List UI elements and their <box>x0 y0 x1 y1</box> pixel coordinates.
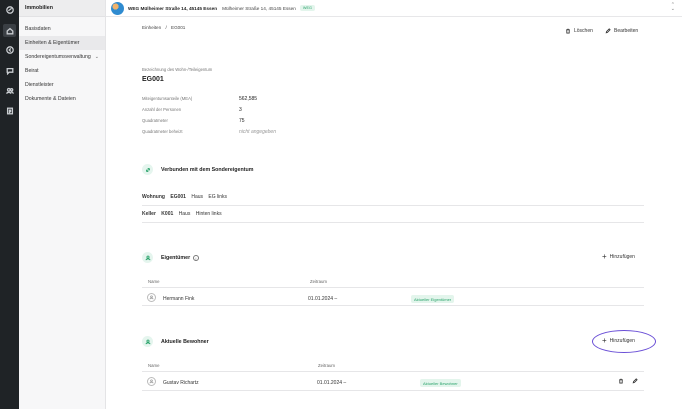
pencil-icon <box>632 378 638 384</box>
divider <box>142 287 644 288</box>
person-icon <box>147 377 156 386</box>
sidebar-header: Immobilien <box>19 0 105 17</box>
sidebar-item-label: Basisdaten <box>25 26 51 32</box>
main-content: Einheiten / EG001 Löschen Bearbeiten Bez… <box>106 17 682 409</box>
resident-edit-button[interactable] <box>632 378 638 384</box>
pencil-icon <box>605 28 611 34</box>
sidebar-item-dienstleister[interactable]: Dienstleister <box>19 78 105 92</box>
sidebar-item-label: Dokumente & Dateien <box>25 96 76 102</box>
delete-button[interactable]: Löschen <box>565 28 593 34</box>
resident-user-icon <box>142 336 153 347</box>
field-label-qm: Quadratmeter <box>142 118 168 123</box>
linked-location: Hinten links <box>195 211 222 217</box>
link-icon <box>142 164 153 175</box>
linked-building: Haus <box>191 194 204 200</box>
field-value-qm: 75 <box>239 118 245 124</box>
property-address: Mülheimer Straße 14, 45145 Essen <box>222 5 296 11</box>
owners-col-period: Zeitraum <box>310 279 327 284</box>
linked-row-wohnung[interactable]: Wohnung EG001 Haus EG links <box>142 194 227 200</box>
linked-type: Wohnung <box>142 194 165 200</box>
owners-add-button[interactable]: + Hinzufügen <box>602 252 635 261</box>
linked-type: Keller <box>142 211 156 217</box>
sidebar-item-basisdaten[interactable]: Basisdaten <box>19 22 105 36</box>
owner-name[interactable]: Hermann Fink <box>163 296 194 302</box>
field-label-qm-beheizt: Quadratmeter beheizt <box>142 129 183 134</box>
edit-button[interactable]: Bearbeiten <box>605 28 638 34</box>
divider <box>142 390 644 391</box>
sidebar-item-dokumente[interactable]: Dokumente & Dateien <box>19 92 105 106</box>
divider <box>142 205 644 206</box>
unit-caption: Bezeichnung des Wohn-/Teileigentum <box>142 67 213 72</box>
residents-section-title: Aktuelle Bewohner <box>161 339 209 345</box>
divider <box>142 222 644 223</box>
chevron-down-icon: ⌄ <box>94 54 99 60</box>
logo-icon[interactable] <box>3 3 16 16</box>
sidebar-item-label: Einheiten & Eigentümer <box>25 40 80 46</box>
field-value-qm-beheizt: nicht angegeben <box>239 129 276 135</box>
unit-name: EG001 <box>142 76 164 83</box>
field-label-personen: Anzahl der Personen <box>142 107 182 112</box>
divider <box>142 305 644 306</box>
sidebar-item-label: Sondereigentumsverwaltung <box>25 54 91 60</box>
sidebar: Immobilien Basisdaten Einheiten & Eigent… <box>19 0 106 409</box>
residents-col-name: Name <box>148 363 160 368</box>
document-icon[interactable] <box>3 104 16 117</box>
sidebar-item-label: Beirat <box>25 68 39 74</box>
sidebar-item-einheiten[interactable]: Einheiten & Eigentümer <box>19 36 105 50</box>
linked-id: K001 <box>161 211 174 217</box>
field-label-mea: Miteigentumsanteile (MEA) <box>142 96 193 101</box>
chevron-updown-icon[interactable]: ⌃ ⌄ <box>671 3 675 12</box>
resident-period: 01.01.2024 – <box>317 380 347 386</box>
weg-badge: WEG <box>299 5 315 11</box>
person-icon <box>147 293 156 302</box>
sidebar-item-sondereigentum[interactable]: Sondereigentumsverwaltung ⌄ <box>19 50 105 64</box>
owner-period: 01.01.2024 – <box>308 296 338 302</box>
sidebar-item-label: Dienstleister <box>25 82 54 88</box>
chat-icon[interactable] <box>3 64 16 77</box>
breadcrumb: Einheiten / EG001 <box>142 25 185 30</box>
icon-rail <box>0 0 19 409</box>
linked-section-title: Verbunden mit dem Sondereigentum <box>161 167 254 173</box>
breadcrumb-parent[interactable]: Einheiten <box>142 25 161 30</box>
edit-label: Bearbeiten <box>614 28 639 34</box>
field-value-mea: 562,585 <box>239 96 258 102</box>
owners-col-name: Name <box>148 279 160 284</box>
breadcrumb-current: EG001 <box>171 25 186 30</box>
property-avatar <box>111 1 124 15</box>
home-icon[interactable] <box>3 24 16 37</box>
residents-col-period: Zeitraum <box>318 363 335 368</box>
add-label: Hinzufügen <box>609 254 635 260</box>
highlight-ring <box>592 330 656 353</box>
breadcrumb-separator: / <box>165 25 167 30</box>
resident-status-badge: Aktueller Bewohner <box>420 379 461 387</box>
field-value-personen: 3 <box>239 107 242 113</box>
resident-delete-button[interactable] <box>618 378 624 384</box>
owners-section-title: Eigentümer <box>161 255 191 261</box>
users-icon[interactable] <box>3 84 16 97</box>
divider <box>142 371 644 372</box>
linked-id: EG001 <box>170 194 186 200</box>
linked-row-keller[interactable]: Keller K001 Haus Hinten links <box>142 211 222 217</box>
trash-icon <box>566 28 570 34</box>
back-circle-icon[interactable] <box>3 43 16 56</box>
owner-status-badge: Aktueller Eigentümer <box>411 295 455 303</box>
property-name: WEG Mülheimer Straße 14, 45145 Essen <box>128 5 218 11</box>
plus-icon: + <box>602 252 607 261</box>
linked-location: EG links <box>208 194 228 200</box>
sidebar-item-beirat[interactable]: Beirat <box>19 64 105 78</box>
resident-name[interactable]: Gustav Richartz <box>163 380 199 386</box>
trash-icon <box>619 378 623 384</box>
linked-building: Haus <box>178 211 191 217</box>
property-selector[interactable]: WEG Mülheimer Straße 14, 45145 Essen Mül… <box>106 0 682 17</box>
info-icon[interactable]: i <box>193 255 199 261</box>
owner-user-icon <box>142 252 153 263</box>
delete-label: Löschen <box>574 28 593 34</box>
